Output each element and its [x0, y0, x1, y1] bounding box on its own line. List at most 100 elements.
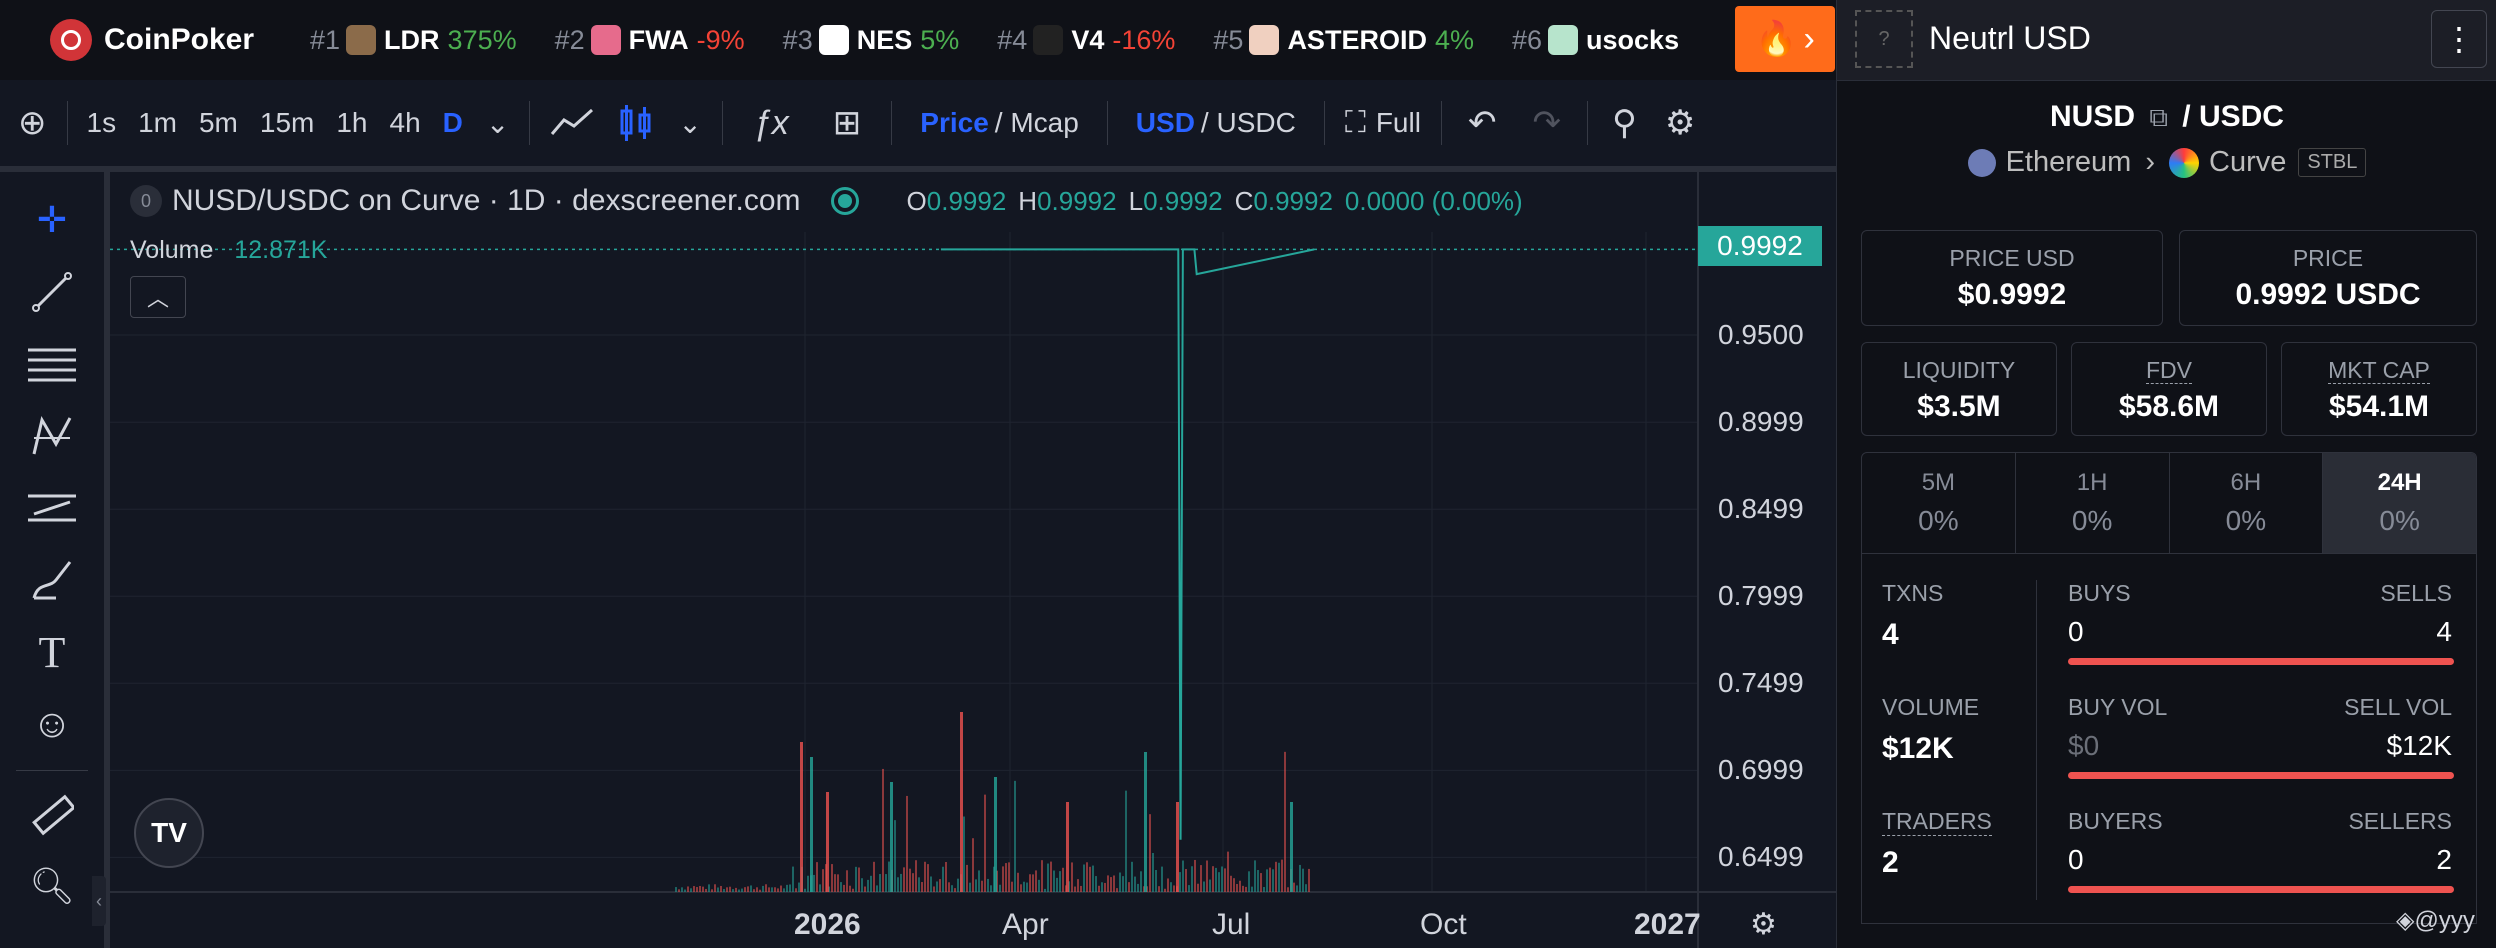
interval-dropdown-button[interactable]: ⌄: [474, 107, 521, 140]
dex-name[interactable]: Curve: [2209, 146, 2286, 179]
volume-bar: [864, 886, 866, 892]
redo-button[interactable]: ↷: [1514, 103, 1579, 143]
brand[interactable]: CoinPoker: [50, 19, 310, 61]
sellers-value: 2: [2436, 844, 2452, 875]
line-chart-button[interactable]: [538, 108, 606, 138]
ticker-item[interactable]: #4 V4 -16%: [997, 25, 1175, 56]
dex-tag: STBL: [2298, 148, 2367, 177]
line-chart-icon: [551, 108, 594, 135]
volume-bar: [885, 874, 887, 892]
fullscreen-button[interactable]: ⛶ Full: [1333, 106, 1433, 140]
volume-bar: [1188, 885, 1190, 892]
divider: [16, 770, 88, 771]
volume-value: 12.871K: [234, 236, 328, 264]
measure-tool[interactable]: [26, 788, 78, 840]
layout-button[interactable]: ⊞: [811, 103, 884, 143]
chevron-right-icon: ›: [2145, 146, 2155, 178]
indicators-button[interactable]: ƒx: [731, 104, 811, 143]
kebab-menu-icon: ⋮: [2443, 21, 2475, 57]
volume-bar: [1176, 802, 1179, 892]
volume-bar: [1032, 874, 1034, 892]
fdv-card[interactable]: FDV $58.6M: [2071, 342, 2267, 436]
chart-canvas[interactable]: [110, 172, 1836, 948]
volume-bar: [915, 860, 917, 892]
interval-5m[interactable]: 5m: [188, 107, 249, 139]
tradingview-logo[interactable]: TV: [134, 798, 204, 868]
curve-icon: [2169, 147, 2199, 178]
volume-bar: [765, 884, 767, 892]
chain-name[interactable]: Ethereum: [2006, 146, 2132, 179]
divider: [2036, 580, 2037, 900]
timeframe-tab-24h[interactable]: 24H 0%: [2323, 453, 2476, 553]
brush-tool[interactable]: [26, 554, 78, 606]
interval-4h[interactable]: 4h: [379, 107, 432, 139]
ethereum-icon: [1967, 148, 1996, 177]
traders-label[interactable]: TRADERS: [1882, 808, 1992, 836]
undo-button[interactable]: ↶: [1450, 103, 1515, 143]
volume-bar: [1302, 868, 1304, 892]
volume-bar: [759, 889, 761, 892]
volume-bar: [1002, 866, 1004, 892]
volume-bar: [720, 885, 722, 892]
fdv-label: FDV: [2146, 357, 2192, 384]
interval-15m[interactable]: 15m: [249, 107, 325, 139]
usd-option: USD: [1135, 107, 1195, 138]
ticker-item[interactable]: #3 NES 5%: [783, 25, 959, 56]
chart-settings-button[interactable]: ⚙: [1653, 103, 1707, 143]
ticker-rank: #6: [1511, 24, 1543, 55]
volume-bar: [1038, 879, 1040, 892]
add-indicator-button[interactable]: ⊕: [0, 103, 59, 143]
interval-1m[interactable]: 1m: [127, 107, 188, 139]
timeframe-change: 0%: [2071, 505, 2113, 536]
forecast-tool[interactable]: [26, 482, 78, 534]
interval-1h[interactable]: 1h: [325, 107, 378, 139]
quick-search-button[interactable]: ⚲: [1596, 103, 1653, 143]
base-symbol[interactable]: NUSD: [2050, 100, 2135, 133]
volume-bar: [948, 882, 950, 892]
volume-bar: [675, 887, 677, 892]
volume-bar: [1158, 886, 1160, 892]
price-chart[interactable]: 0 NUSD/USDC on Curve · 1D · dexscreener.…: [110, 172, 1836, 948]
more-options-button[interactable]: ⋮: [2431, 10, 2487, 68]
ticker-item[interactable]: #2 FWA -9%: [555, 25, 745, 56]
volume-bar: [1257, 870, 1259, 892]
ticker-item[interactable]: #6 usocks: [1512, 25, 1687, 56]
volume-bar: [873, 861, 875, 892]
timeframe-tab-5m[interactable]: 5M 0%: [1862, 453, 2016, 553]
currency-toggle[interactable]: USD / USDC: [1116, 107, 1316, 139]
price-option: Price: [920, 107, 989, 138]
emoji-tool[interactable]: ☺: [26, 698, 78, 750]
text-icon: T: [38, 627, 66, 677]
interval-1s[interactable]: 1s: [76, 107, 128, 139]
timeframe-tab-6h[interactable]: 6H 0%: [2170, 453, 2324, 553]
ticker-item[interactable]: #1 LDR 375%: [310, 25, 517, 56]
volume-bar: [984, 794, 986, 892]
timeframe-tab-1h[interactable]: 1H 0%: [2016, 453, 2170, 553]
volume-bar: [924, 861, 926, 892]
price-mcap-toggle[interactable]: Price / Mcap: [900, 107, 1099, 139]
mkt-cap-card[interactable]: MKT CAP $54.1M: [2281, 342, 2477, 436]
interval-D[interactable]: D: [432, 107, 474, 139]
chart-type-dropdown-button[interactable]: ⌄: [666, 107, 713, 140]
chart-toolbar: ⊕ 1s 1m 5m 15m 1h 4h D ⌄ ⌄ ƒx ⊞ Price / Mcap U…: [0, 80, 1836, 172]
pattern-tool[interactable]: [26, 410, 78, 462]
volume-bar: [1144, 752, 1147, 892]
toolbar-collapse-handle[interactable]: ‹: [92, 876, 106, 926]
trending-fire-button[interactable]: 🔥 ›: [1735, 6, 1835, 72]
candles-button[interactable]: [606, 103, 666, 143]
volume-bar: [1116, 888, 1118, 892]
volume-bar: [699, 885, 701, 892]
axis-settings-button[interactable]: ⚙: [1750, 907, 1777, 942]
collapse-legend-button[interactable]: ︿: [130, 276, 186, 318]
fib-tool[interactable]: [26, 338, 78, 390]
divider: [721, 101, 723, 145]
zoom-tool[interactable]: 🔍︎: [26, 860, 78, 912]
trend-line-tool[interactable]: [26, 266, 78, 318]
ticker-item[interactable]: #5 ASTEROID 4%: [1213, 25, 1474, 56]
volume-bar: [1122, 876, 1124, 892]
text-tool[interactable]: T: [26, 626, 78, 678]
copy-icon[interactable]: ⧉: [2149, 102, 2168, 132]
volume-bar: [678, 889, 680, 892]
crosshair-tool[interactable]: ✛: [26, 194, 78, 246]
price-tick: 0.8999: [1718, 406, 1804, 438]
